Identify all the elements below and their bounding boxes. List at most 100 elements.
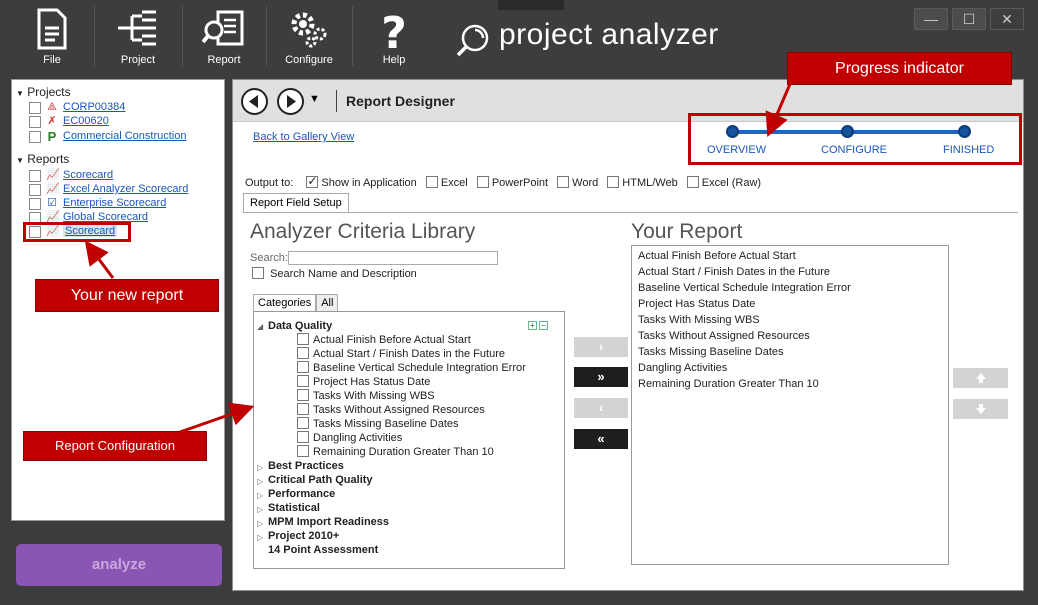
scorecard-icon: 📈 [46, 183, 60, 195]
criteria-checkbox[interactable] [297, 445, 309, 458]
arrow-down-icon [975, 404, 986, 414]
report-checkbox[interactable] [29, 170, 41, 182]
nav-dropdown-icon[interactable]: ▼ [309, 93, 320, 105]
report-link[interactable]: Excel Analyzer Scorecard [63, 183, 188, 195]
output-checkbox[interactable] [607, 176, 620, 189]
output-checkbox[interactable] [306, 174, 319, 189]
criteria-label: Baseline Vertical Schedule Integration E… [313, 362, 526, 374]
file-button[interactable]: File [16, 4, 88, 68]
minimize-button[interactable]: — [914, 8, 948, 30]
close-button[interactable]: ✕ [990, 8, 1024, 30]
project-button[interactable]: Project [100, 4, 176, 68]
tab-categories[interactable]: Categories [253, 294, 317, 311]
search-name-desc-option[interactable]: Search Name and Description [252, 267, 417, 280]
output-checkbox[interactable] [557, 176, 570, 189]
maximize-button[interactable]: ☐ [952, 8, 986, 30]
forward-nav-button[interactable] [277, 88, 304, 115]
criteria-checkbox[interactable] [297, 375, 309, 388]
category-data-quality[interactable]: Data Quality [268, 320, 332, 332]
collapsed-triangle-icon[interactable]: ▷ [257, 533, 263, 542]
criteria-item[interactable]: Tasks With Missing WBS [297, 389, 435, 402]
output-checkbox[interactable] [686, 176, 699, 189]
report-link[interactable]: Scorecard [63, 169, 113, 181]
category-group[interactable]: Best Practices [268, 460, 344, 472]
report-list-item[interactable]: Actual Start / Finish Dates in the Futur… [638, 266, 830, 278]
criteria-checkbox[interactable] [297, 431, 309, 444]
report-list-item[interactable]: Tasks With Missing WBS [638, 314, 760, 326]
collapsed-triangle-icon[interactable]: ▷ [257, 519, 263, 528]
app-name: project analyzer [499, 18, 719, 51]
collapsed-triangle-icon[interactable]: ▷ [257, 463, 263, 472]
criteria-checkbox[interactable] [297, 389, 309, 402]
criteria-checkbox[interactable] [297, 361, 309, 374]
move-up-button[interactable] [953, 368, 1008, 388]
criteria-item[interactable]: Baseline Vertical Schedule Integration E… [297, 361, 526, 374]
move-down-button[interactable] [953, 399, 1008, 419]
criteria-item[interactable]: Actual Finish Before Actual Start [297, 333, 471, 346]
search-label: Search: [250, 252, 288, 264]
remove-selected-button[interactable]: ‹ [574, 398, 628, 418]
tab-report-field-setup[interactable]: Report Field Setup [243, 193, 349, 213]
tab-all[interactable]: All [316, 294, 339, 311]
collapse-all-icon[interactable]: − [539, 321, 548, 330]
report-list-item[interactable]: Dangling Activities [638, 362, 727, 374]
configure-button[interactable]: Configure [272, 4, 346, 68]
report-list-item[interactable]: Tasks Without Assigned Resources [638, 330, 810, 342]
category-group[interactable]: 14 Point Assessment [268, 544, 378, 556]
report-list-item[interactable]: Baseline Vertical Schedule Integration E… [638, 282, 851, 294]
criteria-label: Project Has Status Date [313, 376, 431, 388]
report-list-item[interactable]: Tasks Missing Baseline Dates [638, 346, 784, 358]
remove-all-button[interactable]: « [574, 429, 628, 449]
category-group[interactable]: Statistical [268, 502, 320, 514]
report-list-item[interactable]: Project Has Status Date [638, 298, 755, 310]
add-all-button[interactable]: » [574, 367, 628, 387]
criteria-item[interactable]: Dangling Activities [297, 431, 402, 444]
analyze-button[interactable]: analyze [16, 544, 222, 586]
report-list-item[interactable]: Actual Finish Before Actual Start [638, 250, 796, 262]
project-link[interactable]: Commercial Construction [63, 130, 186, 142]
report-checkbox[interactable] [29, 198, 41, 210]
criteria-item[interactable]: Tasks Without Assigned Resources [297, 403, 485, 416]
reports-header-label: Reports [27, 152, 70, 166]
criteria-item[interactable]: Tasks Missing Baseline Dates [297, 417, 459, 430]
category-group[interactable]: MPM Import Readiness [268, 516, 389, 528]
report-checkbox[interactable] [29, 184, 41, 196]
criteria-checkbox[interactable] [297, 417, 309, 430]
category-group[interactable]: Critical Path Quality [268, 474, 373, 486]
expanded-triangle-icon[interactable]: ◢ [257, 322, 263, 331]
project-link[interactable]: CORP00384 [63, 101, 125, 113]
project-checkbox[interactable] [29, 131, 41, 143]
report-button[interactable]: Report [188, 4, 260, 68]
criteria-checkbox[interactable] [297, 403, 309, 416]
criteria-item[interactable]: Actual Start / Finish Dates in the Futur… [297, 347, 505, 360]
criteria-checkbox[interactable] [297, 333, 309, 346]
report-link[interactable]: Enterprise Scorecard [63, 197, 166, 209]
output-checkbox[interactable] [425, 176, 438, 189]
criteria-checkbox[interactable] [297, 347, 309, 360]
project-checkbox[interactable] [29, 102, 41, 114]
toolbar-divider [352, 6, 353, 66]
project-tree-icon [118, 10, 156, 46]
criteria-item[interactable]: Remaining Duration Greater Than 10 [297, 445, 494, 458]
add-selected-button[interactable]: › [574, 337, 628, 357]
search-input[interactable] [288, 251, 498, 265]
forward-arrow-icon [287, 95, 296, 108]
projects-header[interactable]: ▼ Projects [16, 85, 71, 99]
category-group[interactable]: Project 2010+ [268, 530, 339, 542]
criteria-item[interactable]: Project Has Status Date [297, 375, 431, 388]
collapsed-triangle-icon[interactable]: ▷ [257, 491, 263, 500]
search-name-desc-checkbox[interactable] [252, 267, 264, 280]
expand-all-icon[interactable]: + [528, 321, 537, 330]
back-to-gallery-link[interactable]: Back to Gallery View [253, 131, 354, 143]
back-nav-button[interactable] [241, 88, 268, 115]
project-checkbox[interactable] [29, 116, 41, 128]
report-list-item[interactable]: Remaining Duration Greater Than 10 [638, 378, 819, 390]
collapsed-triangle-icon[interactable]: ▷ [257, 505, 263, 514]
project-link[interactable]: EC00620 [63, 115, 109, 127]
reports-header[interactable]: ▼ Reports [16, 152, 69, 166]
category-group[interactable]: Performance [268, 488, 335, 500]
output-checkbox[interactable] [476, 176, 489, 189]
help-button[interactable]: ? Help [358, 4, 430, 68]
collapsed-triangle-icon[interactable]: ▷ [257, 477, 263, 486]
expand-triangle-icon: ▼ [16, 156, 24, 165]
